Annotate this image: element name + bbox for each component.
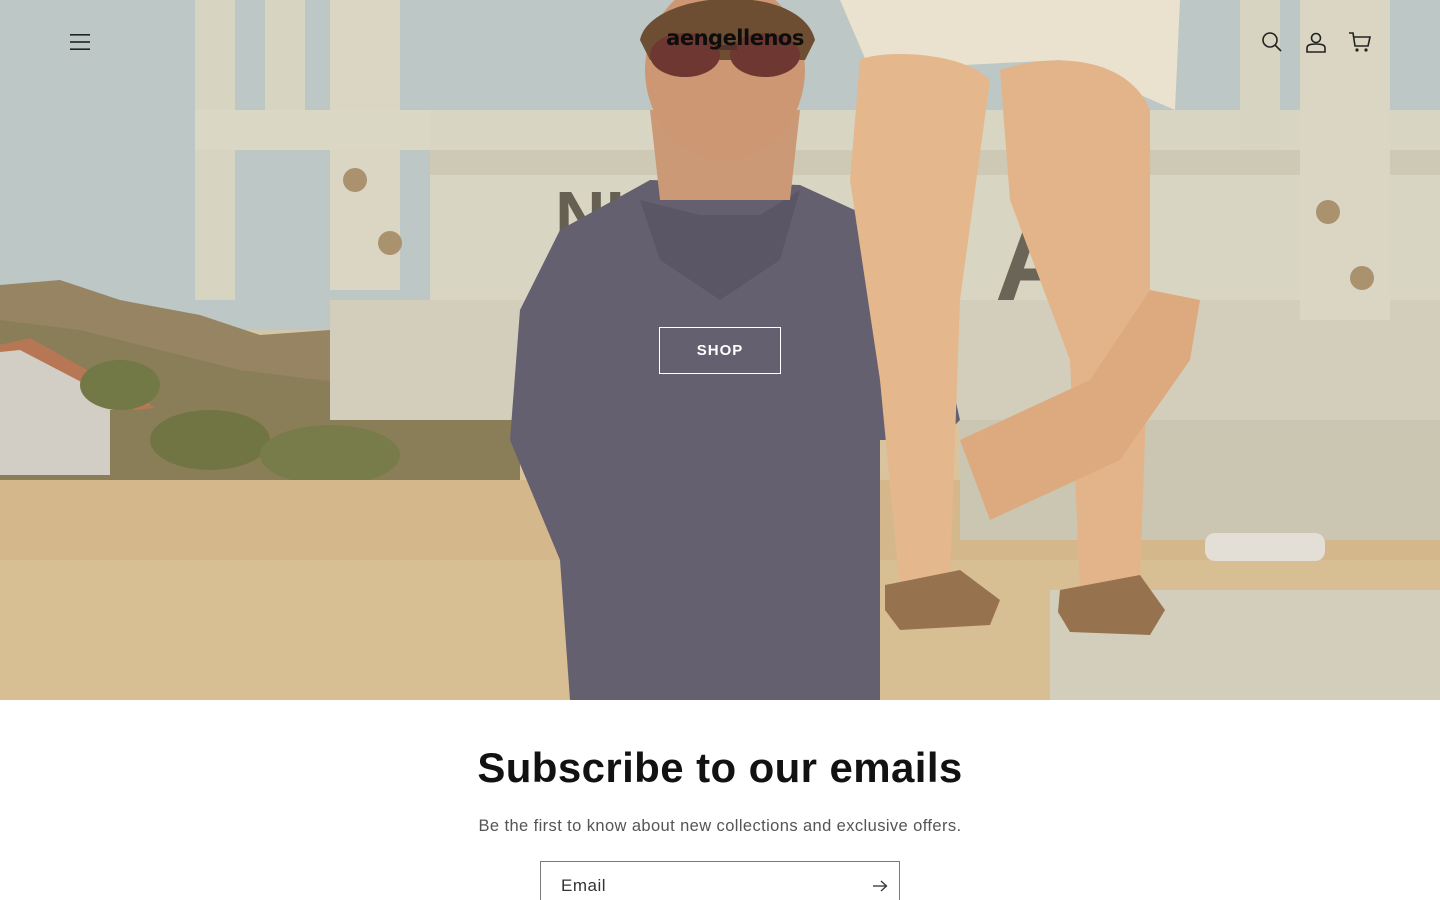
search-button[interactable] <box>1252 22 1292 62</box>
hero-banner: NI A aen <box>0 0 1440 700</box>
hamburger-menu-icon <box>70 34 90 50</box>
cart-button[interactable] <box>1340 22 1380 62</box>
cart-icon <box>1349 32 1371 52</box>
account-button[interactable] <box>1296 22 1336 62</box>
newsletter-section: Subscribe to our emails Be the first to … <box>0 700 1440 900</box>
account-icon <box>1306 32 1326 53</box>
newsletter-subtitle: Be the first to know about new collectio… <box>478 817 962 835</box>
site-header: aengellenos <box>0 0 1440 84</box>
menu-button[interactable] <box>60 22 100 62</box>
email-form <box>540 861 900 900</box>
shop-button[interactable]: SHOP <box>659 327 781 374</box>
email-field[interactable] <box>541 862 861 900</box>
store-logo[interactable]: aengellenos <box>620 26 850 50</box>
arrow-right-icon <box>873 880 888 892</box>
search-icon <box>1262 32 1282 52</box>
newsletter-title: Subscribe to our emails <box>477 744 963 791</box>
subscribe-submit-button[interactable] <box>861 862 899 900</box>
